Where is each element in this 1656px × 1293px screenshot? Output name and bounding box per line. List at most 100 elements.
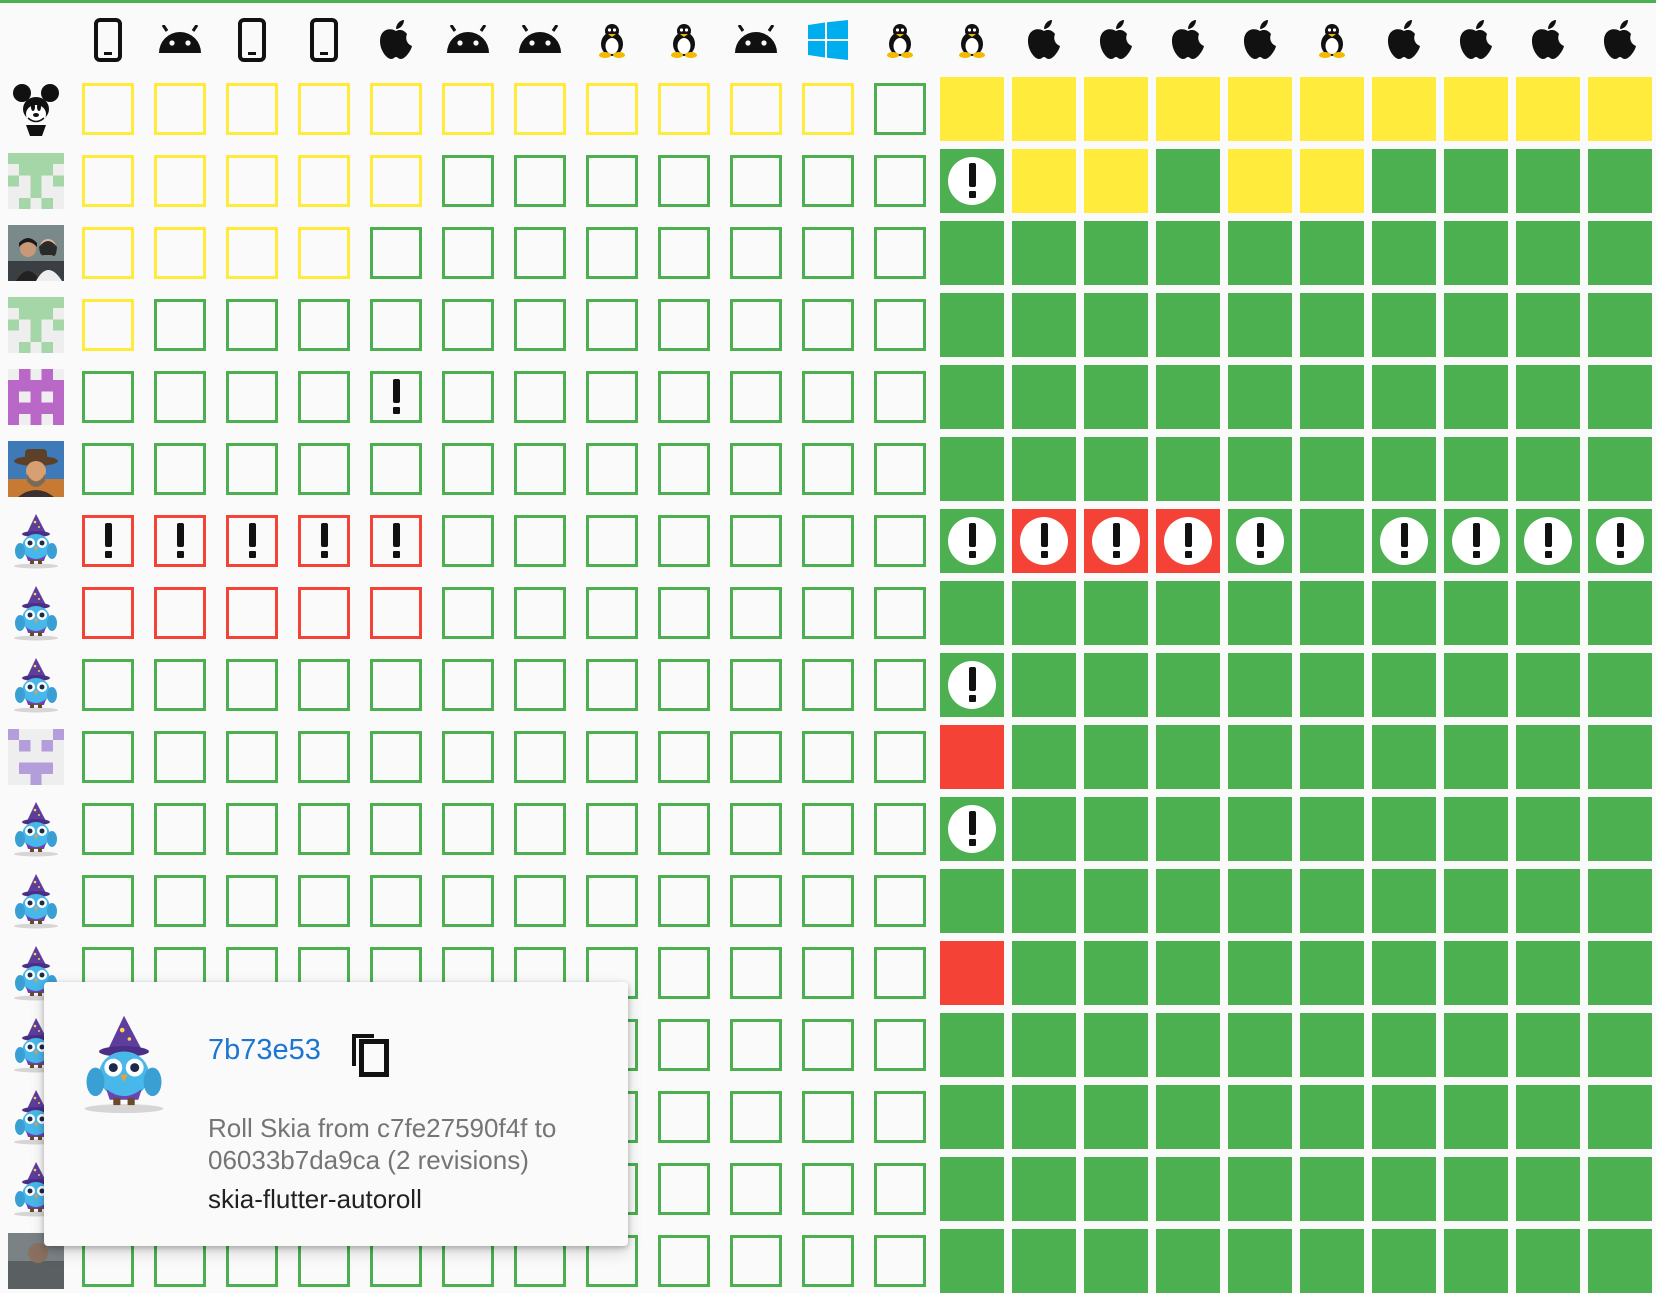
green-filled-cell[interactable] [1372,1157,1436,1221]
green-filled-cell[interactable] [1156,653,1220,717]
green-outline-cell[interactable] [154,731,206,783]
green-filled-cell[interactable] [1228,725,1292,789]
green-outline-cell[interactable] [658,659,710,711]
green-outline-cell[interactable] [298,731,350,783]
green-filled-cell[interactable] [1588,1085,1652,1149]
green-filled-cell[interactable] [1012,797,1076,861]
green-outline-cell[interactable] [658,1091,710,1143]
green-filled-cell[interactable] [1300,1157,1364,1221]
green-filled-cell[interactable] [1012,941,1076,1005]
yellow-outline-cell[interactable] [154,155,206,207]
green-outline-cell[interactable] [226,803,278,855]
green-filled-cell[interactable] [1300,365,1364,429]
green-filled-cell[interactable] [1300,293,1364,357]
green-outline-cell[interactable] [874,227,926,279]
green-outline-cell[interactable] [802,155,854,207]
green-outline-cell[interactable] [514,371,566,423]
green-outline-cell[interactable] [874,587,926,639]
green-filled-cell[interactable] [1012,221,1076,285]
green-outline-cell[interactable] [442,875,494,927]
green-filled-cell[interactable] [1588,797,1652,861]
copy-icon[interactable] [348,1030,392,1078]
green-outline-cell[interactable] [874,83,926,135]
green-outline-cell[interactable] [514,515,566,567]
red-outline-alert-cell[interactable] [298,515,350,567]
green-outline-cell[interactable] [730,875,782,927]
green-filled-cell[interactable] [1372,653,1436,717]
green-outline-cell[interactable] [730,443,782,495]
green-filled-cell[interactable] [1516,365,1580,429]
green-filled-cell[interactable] [1012,1157,1076,1221]
green-outline-cell[interactable] [658,443,710,495]
red-filled-cell[interactable] [940,941,1004,1005]
green-filled-cell[interactable] [1444,1157,1508,1221]
green-filled-cell[interactable] [1156,1013,1220,1077]
green-filled-cell[interactable] [1444,941,1508,1005]
red-outline-alert-cell[interactable] [154,515,206,567]
green-outline-cell[interactable] [730,1235,782,1287]
green-filled-cell[interactable] [1516,1085,1580,1149]
green-filled-cell[interactable] [1156,941,1220,1005]
green-outline-cell[interactable] [658,155,710,207]
green-filled-cell[interactable] [1300,221,1364,285]
red-outline-alert-cell[interactable] [370,515,422,567]
red-filled-alert-cell[interactable] [1156,509,1220,573]
green-filled-cell[interactable] [1372,365,1436,429]
green-filled-cell[interactable] [1300,437,1364,501]
green-outline-cell[interactable] [658,299,710,351]
green-outline-cell[interactable] [586,515,638,567]
green-outline-cell[interactable] [154,299,206,351]
green-filled-cell[interactable] [1156,1085,1220,1149]
commit-sha-link[interactable]: 7b73e53 [208,1034,321,1067]
green-outline-cell[interactable] [154,443,206,495]
green-outline-cell[interactable] [514,803,566,855]
yellow-filled-cell[interactable] [1156,77,1220,141]
green-filled-cell[interactable] [1012,653,1076,717]
yellow-outline-cell[interactable] [298,83,350,135]
yellow-filled-cell[interactable] [1300,149,1364,213]
green-outline-cell[interactable] [658,947,710,999]
green-filled-cell[interactable] [940,1013,1004,1077]
green-filled-cell[interactable] [1084,221,1148,285]
green-filled-cell[interactable] [1084,1085,1148,1149]
green-filled-cell[interactable] [1156,1157,1220,1221]
green-outline-cell[interactable] [658,371,710,423]
green-outline-cell[interactable] [586,659,638,711]
green-filled-alert-cell[interactable] [940,653,1004,717]
red-outline-alert-cell[interactable] [82,515,134,567]
green-outline-cell[interactable] [226,371,278,423]
green-outline-cell[interactable] [802,731,854,783]
green-outline-cell[interactable] [802,227,854,279]
yellow-outline-cell[interactable] [586,83,638,135]
green-filled-cell[interactable] [1444,797,1508,861]
yellow-outline-cell[interactable] [82,83,134,135]
green-outline-cell[interactable] [658,1235,710,1287]
green-filled-cell[interactable] [940,365,1004,429]
green-filled-cell[interactable] [1300,869,1364,933]
green-outline-cell[interactable] [82,659,134,711]
red-outline-cell[interactable] [226,587,278,639]
green-outline-cell[interactable] [802,1091,854,1143]
green-outline-cell[interactable] [730,659,782,711]
green-filled-cell[interactable] [1084,293,1148,357]
green-filled-cell[interactable] [1156,797,1220,861]
green-filled-cell[interactable] [1372,1085,1436,1149]
green-outline-cell[interactable] [802,875,854,927]
yellow-outline-cell[interactable] [658,83,710,135]
green-outline-cell[interactable] [802,299,854,351]
green-outline-cell[interactable] [874,1163,926,1215]
yellow-outline-cell[interactable] [730,83,782,135]
yellow-outline-cell[interactable] [154,83,206,135]
green-outline-cell[interactable] [730,155,782,207]
yellow-outline-cell[interactable] [298,227,350,279]
green-filled-cell[interactable] [1372,941,1436,1005]
green-filled-cell[interactable] [1516,293,1580,357]
green-outline-cell[interactable] [730,1091,782,1143]
green-filled-cell[interactable] [1588,1229,1652,1293]
green-outline-cell[interactable] [874,659,926,711]
green-filled-cell[interactable] [940,1085,1004,1149]
yellow-outline-cell[interactable] [442,83,494,135]
green-filled-cell[interactable] [1444,1013,1508,1077]
yellow-outline-cell[interactable] [226,155,278,207]
green-filled-cell[interactable] [1084,1157,1148,1221]
